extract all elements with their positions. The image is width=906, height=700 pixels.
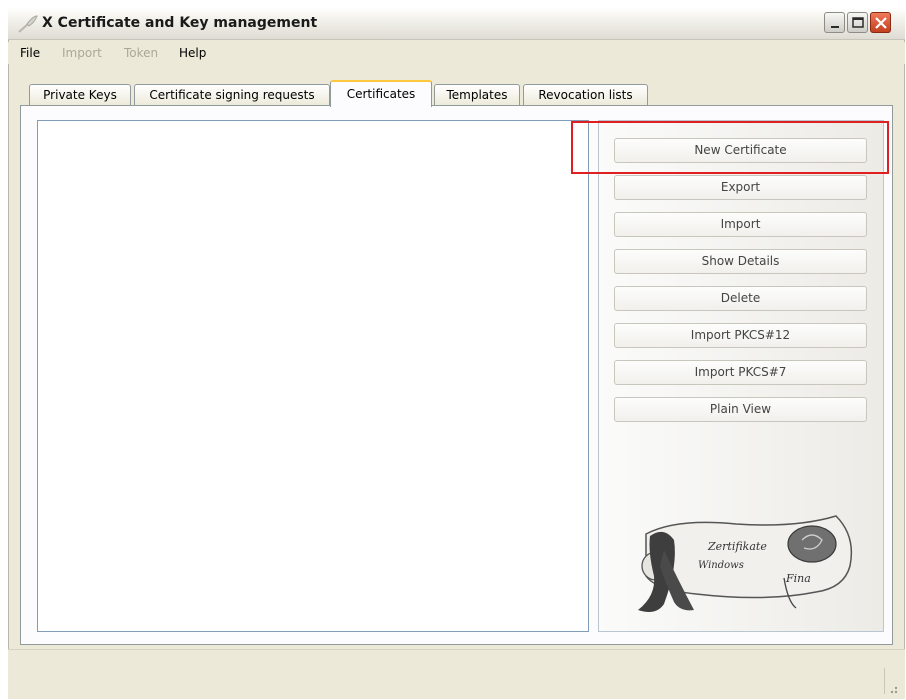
close-icon [875, 17, 887, 29]
close-button[interactable] [870, 12, 891, 33]
tab-bar: Private Keys Certificate signing request… [8, 80, 905, 107]
delete-button[interactable]: Delete [614, 286, 867, 311]
plain-view-button[interactable]: Plain View [614, 397, 867, 422]
export-button[interactable]: Export [614, 175, 867, 200]
import-button[interactable]: Import [614, 212, 867, 237]
menu-help[interactable]: Help [179, 46, 206, 60]
tab-certificates[interactable]: Certificates [330, 80, 432, 107]
import-pkcs7-button[interactable]: Import PKCS#7 [614, 360, 867, 385]
tab-certificate-signing-requests[interactable]: Certificate signing requests [134, 84, 330, 106]
certificate-list[interactable] [37, 120, 589, 632]
menu-token[interactable]: Token [124, 46, 158, 60]
status-bar [8, 649, 905, 699]
import-pkcs12-button[interactable]: Import PKCS#12 [614, 323, 867, 348]
scroll-logo: Zertifikate Windows Fina [638, 515, 853, 612]
highlight-box [571, 121, 889, 174]
tab-revocation-lists[interactable]: Revocation lists [523, 84, 648, 106]
resize-grip-icon[interactable] [885, 681, 899, 695]
app-quill-icon [18, 15, 38, 33]
tab-templates[interactable]: Templates [434, 84, 520, 106]
menu-import[interactable]: Import [62, 46, 102, 60]
maximize-icon [852, 17, 864, 28]
logo-text-1: Zertifikate [707, 540, 767, 553]
window-title: X Certificate and Key management [42, 15, 318, 31]
tab-private-keys[interactable]: Private Keys [29, 84, 131, 106]
maximize-button[interactable] [847, 12, 868, 33]
logo-text-2: Windows [698, 560, 744, 571]
menu-file[interactable]: File [20, 46, 40, 60]
menu-bar: File Import Token Help [8, 42, 905, 64]
minimize-icon [831, 26, 839, 28]
show-details-button[interactable]: Show Details [614, 249, 867, 274]
logo-text-3: Fina [785, 572, 811, 585]
title-bar[interactable]: X Certificate and Key management [8, 8, 905, 40]
minimize-button[interactable] [824, 12, 845, 33]
